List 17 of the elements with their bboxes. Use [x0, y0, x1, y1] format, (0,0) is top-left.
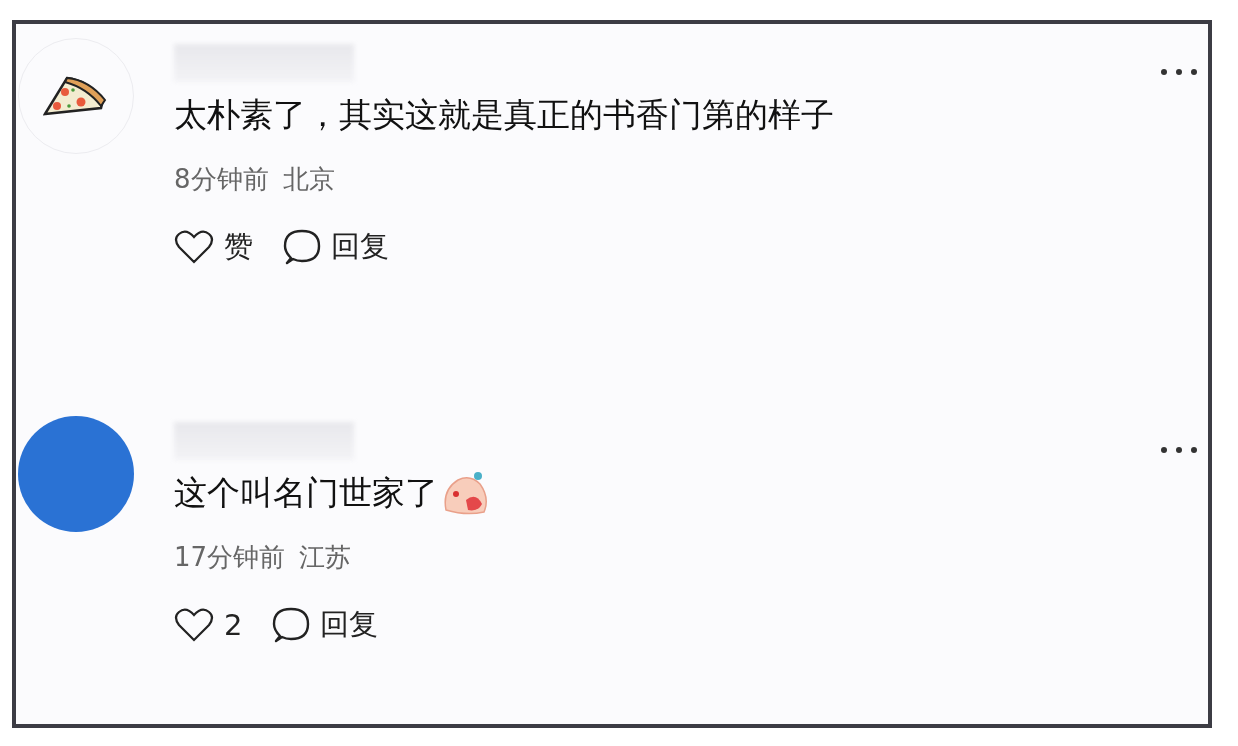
like-button[interactable]: 赞: [174, 227, 253, 267]
reply-button[interactable]: 回复: [283, 227, 389, 267]
speech-bubble-icon: [283, 228, 321, 266]
pizza-icon: [43, 76, 109, 116]
more-icon[interactable]: [1160, 446, 1198, 454]
like-button[interactable]: 2: [174, 605, 243, 645]
comment-time: 8分钟前: [174, 163, 269, 196]
speech-bubble-icon: [272, 606, 311, 644]
more-icon[interactable]: [1160, 68, 1198, 76]
comment-location: 北京: [282, 163, 335, 196]
comment-text: 太朴素了，其实这就是真正的书香门第的样子: [174, 93, 834, 136]
heart-icon: [174, 229, 214, 265]
comment-location: 江苏: [299, 541, 352, 574]
comment-text: 这个叫名门世家了: [174, 471, 438, 514]
heart-icon: [174, 607, 214, 643]
reply-button[interactable]: 回复: [272, 605, 379, 645]
comment-time: 17分钟前: [174, 541, 286, 574]
